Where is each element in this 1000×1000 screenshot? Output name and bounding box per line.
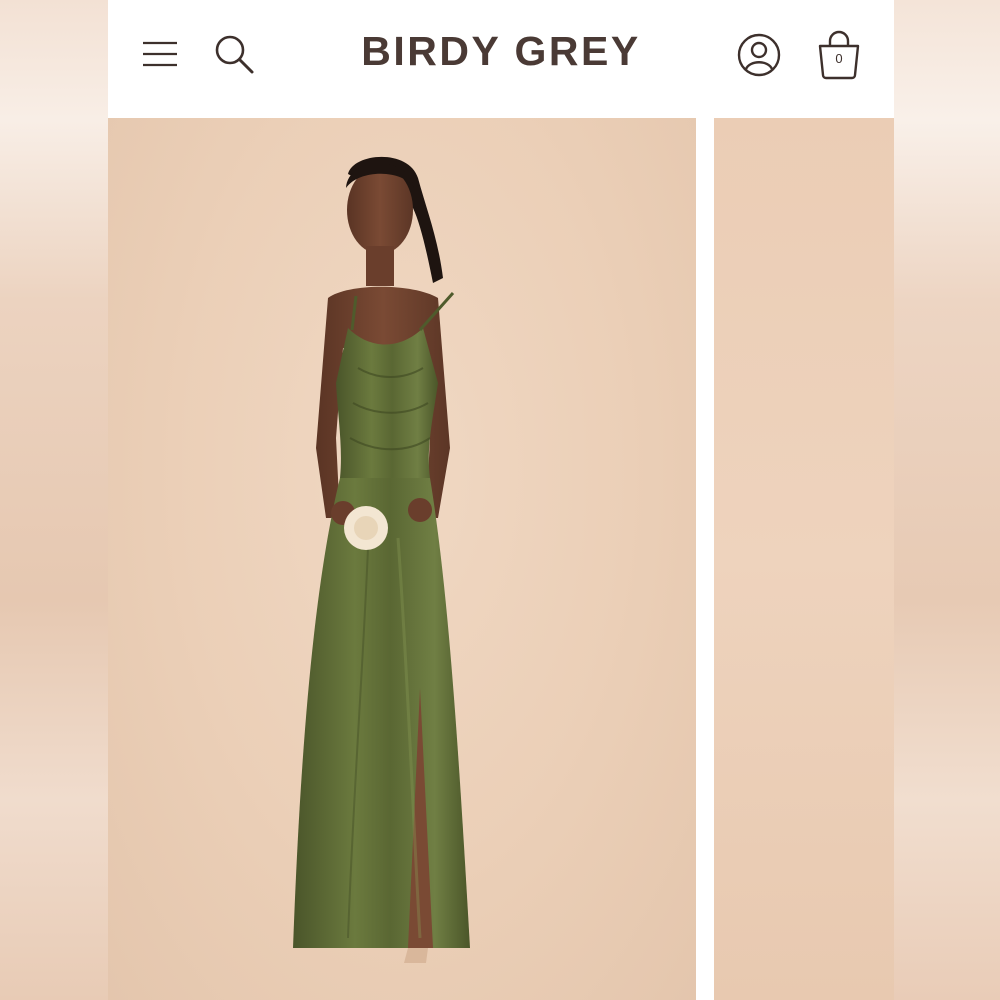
product-image-main[interactable] — [108, 118, 696, 1000]
account-button[interactable] — [734, 30, 784, 80]
cart-count-badge: 0 — [835, 51, 843, 66]
cart-button[interactable]: 0 — [812, 26, 866, 82]
user-account-icon — [737, 33, 781, 77]
blurred-right-margin — [894, 0, 1000, 1000]
model-in-dress-image — [293, 156, 470, 963]
site-header: BIRDY GREY 0 — [108, 0, 894, 118]
product-image-gallery[interactable] — [108, 118, 894, 1000]
blurred-left-margin — [0, 0, 108, 1000]
product-page: BIRDY GREY 0 — [108, 0, 894, 1000]
product-image-next[interactable] — [714, 118, 894, 1000]
